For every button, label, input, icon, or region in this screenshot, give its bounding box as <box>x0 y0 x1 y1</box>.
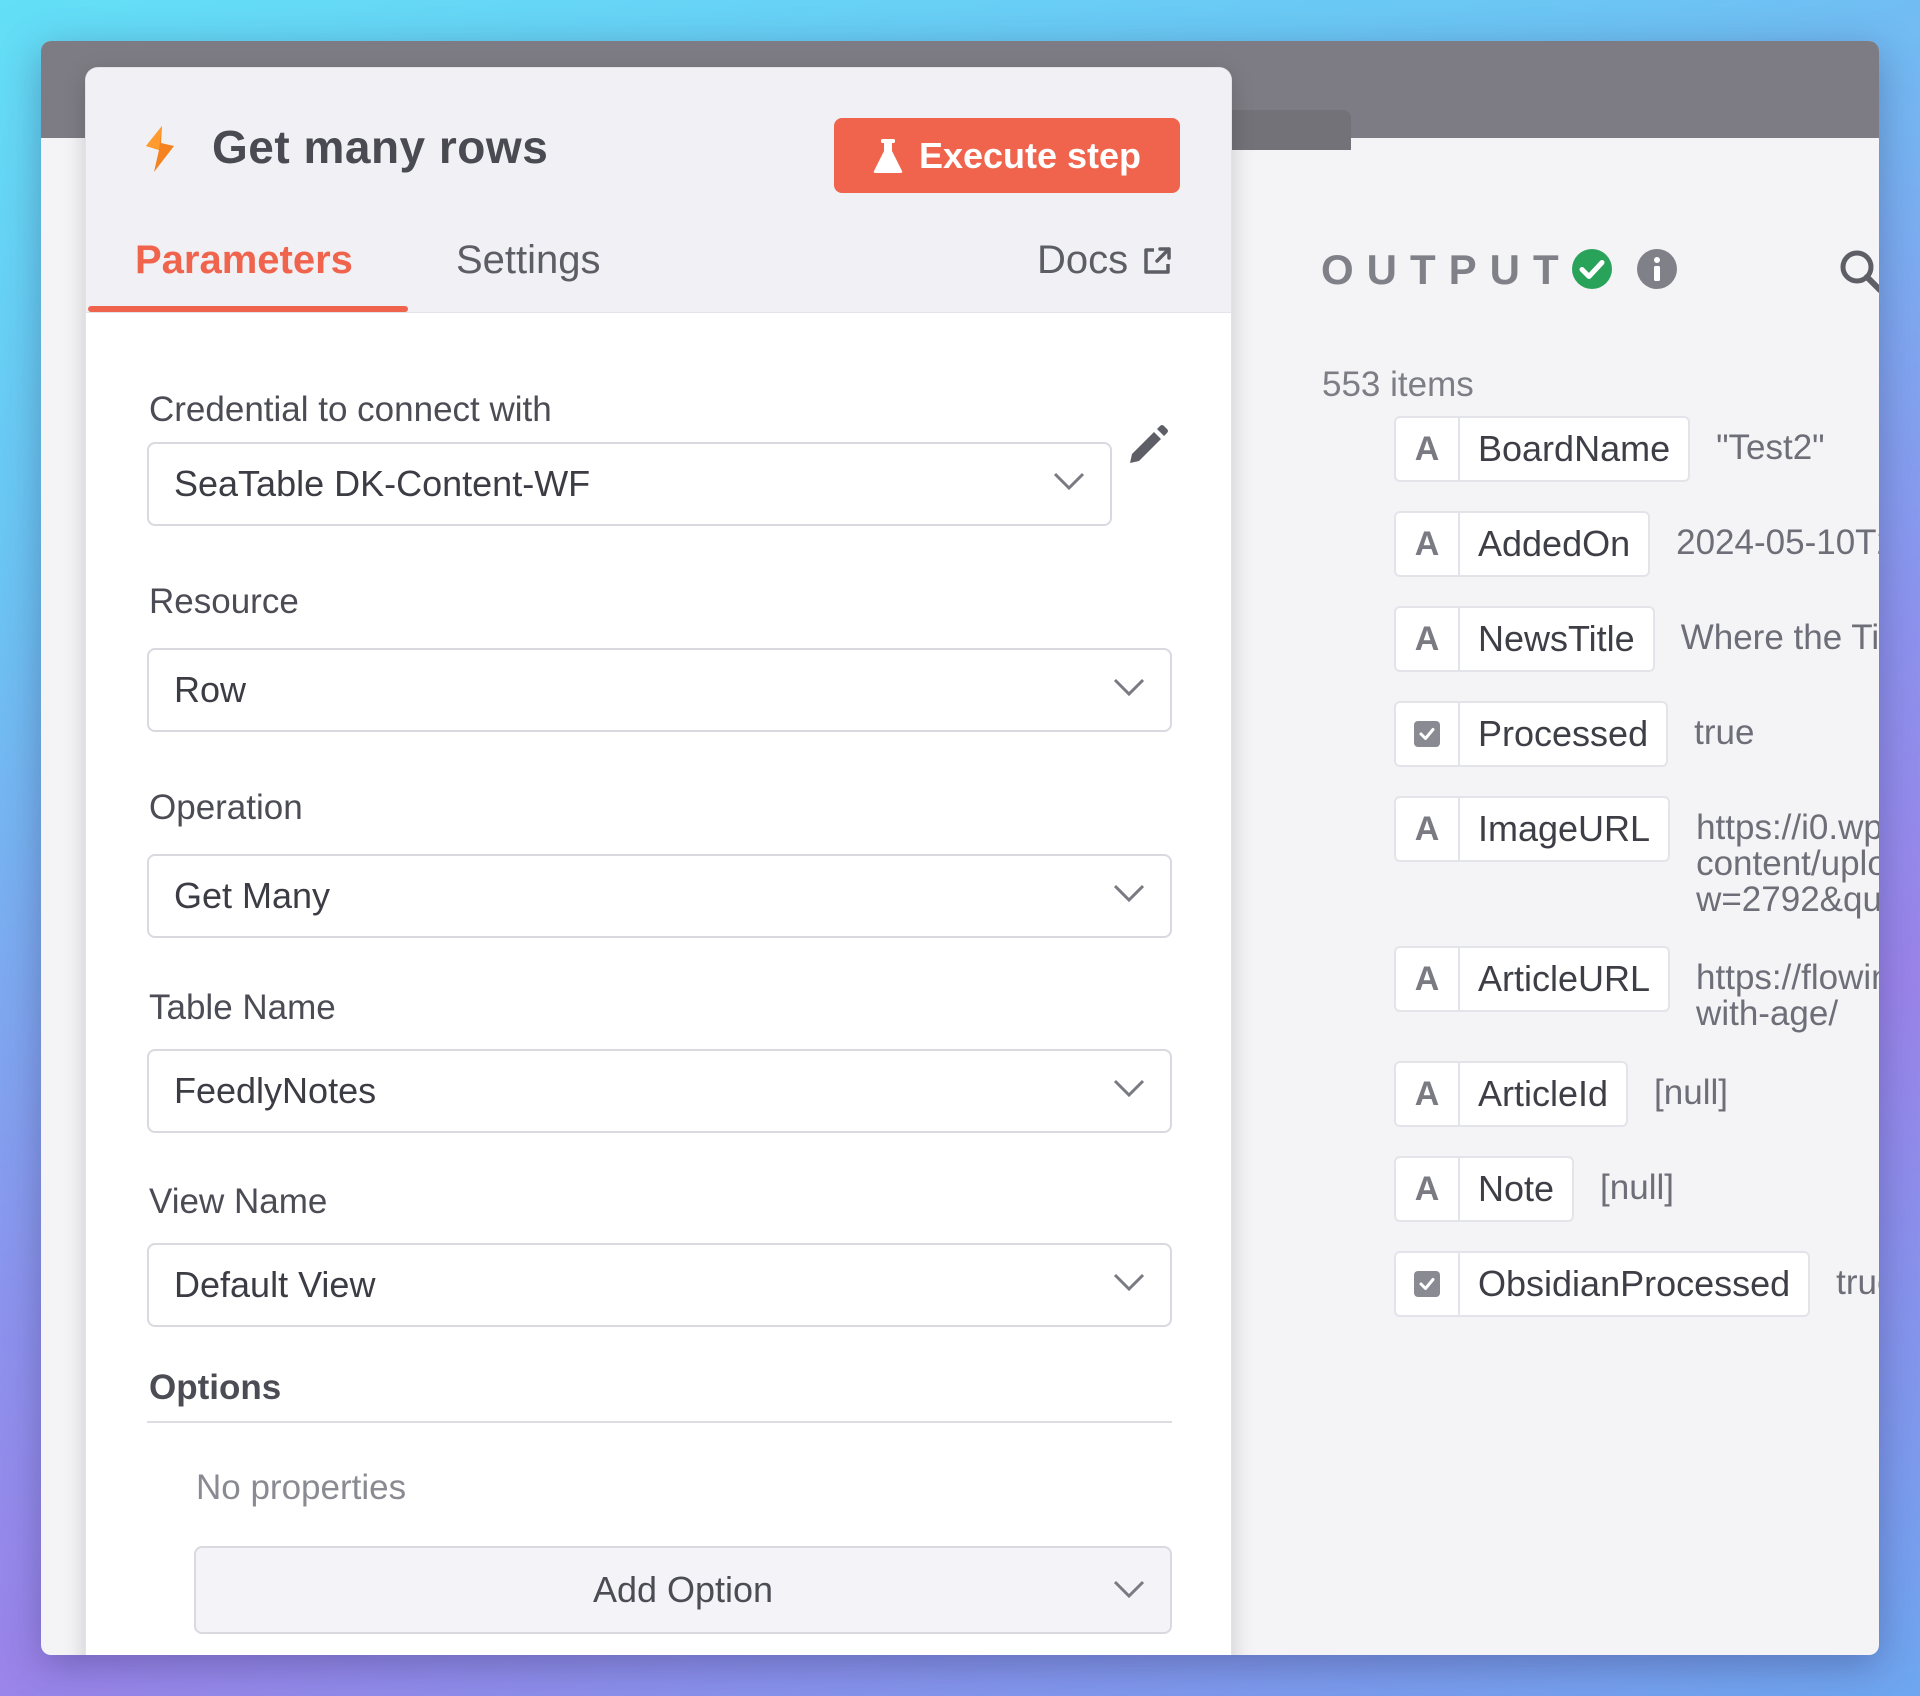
resource-select[interactable]: Row <box>147 648 1172 732</box>
string-type-icon: A <box>1396 608 1460 670</box>
seatable-node-icon <box>146 126 174 172</box>
field-key-pill[interactable]: A AddedOn <box>1394 511 1651 577</box>
execute-step-label: Execute step <box>918 134 1142 176</box>
info-icon[interactable] <box>1636 248 1678 290</box>
credential-label: Credential to connect with <box>149 390 552 429</box>
field-key-pill[interactable]: A Note <box>1394 1156 1575 1222</box>
output-field-row: A AddedOn 2024-05-10T2 <box>1394 511 1879 577</box>
field-value: [null] <box>1654 1073 1728 1112</box>
output-field-row: A BoardName "Test2" <box>1394 416 1825 482</box>
output-field-row: A Note [null] <box>1394 1156 1674 1222</box>
chevron-down-icon <box>1053 472 1085 491</box>
options-divider <box>147 1421 1172 1423</box>
tab-parameters[interactable]: Parameters <box>135 238 353 283</box>
table-name-label: Table Name <box>149 988 336 1027</box>
no-properties-text: No properties <box>196 1468 407 1507</box>
field-key-pill[interactable]: A BoardName <box>1394 416 1691 482</box>
pencil-edit-icon[interactable] <box>1126 423 1170 467</box>
app-window: OUTPUT 553 items A BoardName "Test2" A Added… <box>41 41 1879 1655</box>
chevron-down-icon <box>1113 1079 1145 1098</box>
field-key-pill[interactable]: A ImageURL <box>1394 796 1671 862</box>
operation-value: Get Many <box>174 875 331 916</box>
items-count: 553 items <box>1322 365 1474 404</box>
field-key: BoardName <box>1478 428 1671 469</box>
field-value: 2024-05-10T2 <box>1676 523 1879 562</box>
active-tab-indicator <box>88 306 408 312</box>
field-key-pill[interactable]: ObsidianProcessed <box>1394 1251 1811 1317</box>
output-field-row: A ImageURL https://i0.wp.c content/uploa w… <box>1394 796 1879 918</box>
chevron-down-icon <box>1113 678 1145 697</box>
search-icon[interactable] <box>1838 248 1879 294</box>
string-type-icon: A <box>1396 513 1460 575</box>
field-key: Note <box>1478 1168 1555 1209</box>
output-field-row: A NewsTitle Where the Tim <box>1394 606 1879 672</box>
field-key: ArticleId <box>1478 1073 1609 1114</box>
credential-value: SeaTable DK-Content-WF <box>174 463 591 504</box>
field-key: NewsTitle <box>1478 618 1635 659</box>
options-heading: Options <box>149 1368 282 1407</box>
table-name-value: FeedlyNotes <box>174 1070 377 1111</box>
add-option-dropdown[interactable]: Add Option <box>194 1546 1172 1634</box>
field-key-pill[interactable]: A ArticleURL <box>1394 946 1671 1012</box>
tab-settings[interactable]: Settings <box>456 238 601 283</box>
field-value: true <box>1694 713 1755 752</box>
field-key: ImageURL <box>1478 808 1651 849</box>
field-value: "Test2" <box>1716 428 1825 467</box>
success-check-icon <box>1572 249 1612 289</box>
execute-step-button[interactable]: Execute step <box>834 118 1180 193</box>
boolean-type-icon <box>1396 1253 1460 1315</box>
field-key: AddedOn <box>1478 523 1631 564</box>
view-name-value: Default View <box>174 1264 376 1305</box>
chevron-down-icon <box>1113 1580 1145 1599</box>
credential-select[interactable]: SeaTable DK-Content-WF <box>147 442 1112 526</box>
chevron-down-icon <box>1113 1273 1145 1292</box>
node-parameters-panel: Get many rows Execute step Parameters Se… <box>86 68 1231 1655</box>
field-value: https://i0.wp.c content/uploa w=2792&qua… <box>1696 808 1879 919</box>
string-type-icon: A <box>1396 798 1460 860</box>
string-type-icon: A <box>1396 1158 1460 1220</box>
background-tab <box>1221 110 1351 150</box>
output-title: OUTPUT <box>1321 246 1572 293</box>
field-key: ObsidianProcessed <box>1478 1263 1791 1304</box>
chevron-down-icon <box>1113 884 1145 903</box>
resource-label: Resource <box>149 582 299 621</box>
field-value: [null] <box>1600 1168 1674 1207</box>
string-type-icon: A <box>1396 418 1460 480</box>
tab-docs[interactable]: Docs <box>1037 238 1172 283</box>
field-key: Processed <box>1478 713 1649 754</box>
string-type-icon: A <box>1396 1063 1460 1125</box>
field-key-pill[interactable]: Processed <box>1394 701 1669 767</box>
panel-header: Get many rows Execute step Parameters Se… <box>86 68 1231 313</box>
field-key-pill[interactable]: A NewsTitle <box>1394 606 1655 672</box>
output-field-row: ObsidianProcessed true <box>1394 1251 1879 1317</box>
view-name-label: View Name <box>149 1182 328 1221</box>
docs-label: Docs <box>1037 238 1129 282</box>
add-option-label: Add Option <box>592 1569 774 1610</box>
output-field-row: Processed true <box>1394 701 1754 767</box>
string-type-icon: A <box>1396 948 1460 1010</box>
field-key-pill[interactable]: A ArticleId <box>1394 1061 1629 1127</box>
field-value: Where the Tim <box>1680 618 1879 657</box>
field-value: https://flowin with-age/ <box>1696 958 1879 1033</box>
node-title: Get many rows <box>212 121 549 173</box>
output-field-row: A ArticleURL https://flowin with-age/ <box>1394 946 1879 1032</box>
view-name-select[interactable]: Default View <box>147 1243 1172 1327</box>
field-value: true <box>1836 1263 1879 1302</box>
external-link-icon <box>1144 246 1171 274</box>
boolean-type-icon <box>1396 703 1460 765</box>
operation-select[interactable]: Get Many <box>147 854 1172 938</box>
flask-icon <box>873 138 903 173</box>
operation-label: Operation <box>149 788 303 827</box>
table-name-select[interactable]: FeedlyNotes <box>147 1049 1172 1133</box>
field-key: ArticleURL <box>1478 958 1651 999</box>
output-field-row: A ArticleId [null] <box>1394 1061 1728 1127</box>
resource-value: Row <box>174 669 247 710</box>
